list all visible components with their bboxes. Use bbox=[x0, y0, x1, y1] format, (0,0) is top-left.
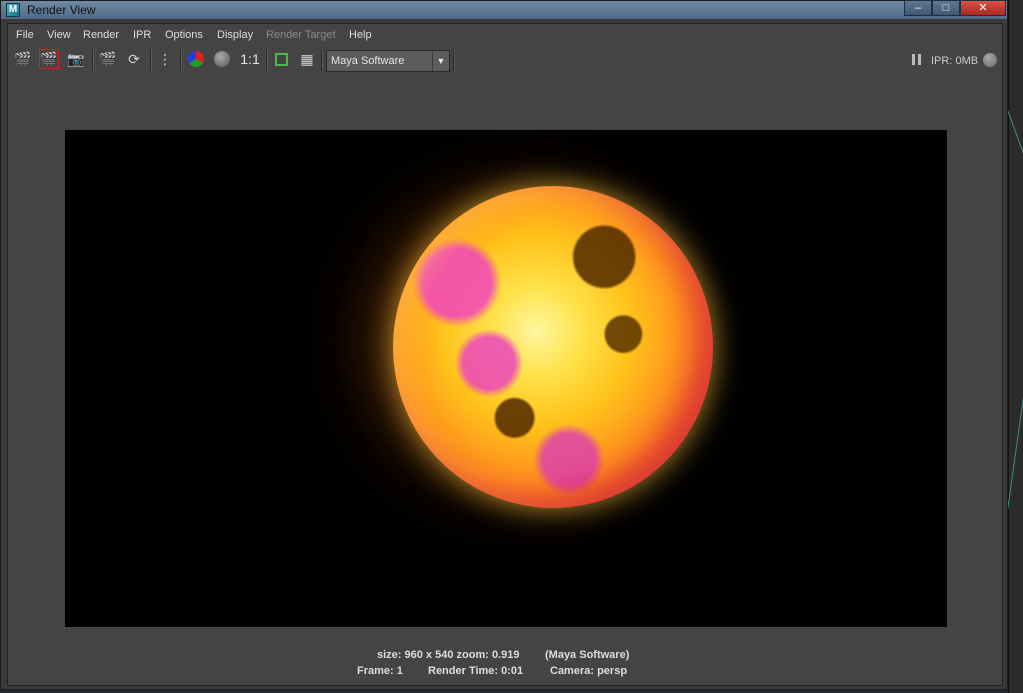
image-size-info: size: 960 x 540 zoom: 0.919 bbox=[377, 649, 520, 661]
chevron-down-icon: ▼ bbox=[432, 51, 449, 71]
menu-help[interactable]: Help bbox=[349, 29, 372, 41]
pause-icon[interactable] bbox=[912, 54, 922, 65]
ipr-memory-label: IPR: 0MB bbox=[931, 55, 979, 67]
keep-image-icon[interactable] bbox=[271, 49, 291, 69]
remove-image-icon[interactable]: ▦ bbox=[297, 49, 317, 69]
toolbar-separator bbox=[266, 49, 268, 71]
close-button[interactable]: ✕ bbox=[960, 0, 1006, 16]
render-view-window: M Render View – □ ✕ File View Render IPR… bbox=[0, 0, 1008, 690]
minimize-button[interactable]: – bbox=[904, 0, 932, 16]
frame-info: Frame: 1 bbox=[357, 665, 403, 677]
toolbar-separator bbox=[150, 49, 152, 71]
menu-view[interactable]: View bbox=[47, 29, 71, 41]
menu-render[interactable]: Render bbox=[83, 29, 119, 41]
menu-render-target[interactable]: Render Target bbox=[266, 29, 336, 41]
refresh-icon[interactable]: ⟳ bbox=[124, 49, 144, 69]
render-viewport[interactable] bbox=[8, 74, 1002, 644]
render-sequence-icon[interactable]: ⋮ bbox=[155, 49, 175, 69]
menu-display[interactable]: Display bbox=[217, 29, 253, 41]
sphere-shading bbox=[393, 186, 713, 508]
real-size-button[interactable]: 1:1 bbox=[238, 49, 262, 69]
render-time-info: Render Time: 0:01 bbox=[428, 665, 524, 677]
toolbar-separator bbox=[180, 49, 182, 71]
toolbar: 🎬 🎬 📷 🎬 ⟳ ⋮ 1:1 ▦ Maya Software ▼ IPR: 0… bbox=[8, 46, 1002, 74]
renderer-select-value: Maya Software bbox=[331, 55, 405, 67]
host-app-background bbox=[982, 0, 1023, 693]
title-bar[interactable]: M Render View – □ ✕ bbox=[1, 0, 1007, 19]
alpha-channel-icon[interactable] bbox=[212, 49, 232, 69]
redo-render-icon[interactable]: 🎬 bbox=[13, 49, 33, 69]
menu-options[interactable]: Options bbox=[165, 29, 203, 41]
window-title: Render View bbox=[27, 3, 96, 17]
rgb-channels-icon[interactable] bbox=[186, 49, 206, 69]
menu-file[interactable]: File bbox=[16, 29, 34, 41]
maya-app-icon: M bbox=[6, 3, 20, 17]
menu-bar: File View Render IPR Options Display Ren… bbox=[8, 26, 998, 46]
toolbar-separator bbox=[92, 49, 94, 71]
ipr-render-icon[interactable]: 🎬 bbox=[98, 49, 118, 69]
camera-info: Camera: persp bbox=[550, 665, 628, 677]
render-region-icon[interactable]: 🎬 bbox=[39, 49, 59, 69]
menu-ipr[interactable]: IPR bbox=[133, 29, 151, 41]
toolbar-separator bbox=[453, 49, 455, 71]
rendered-image bbox=[65, 130, 947, 627]
renderer-select[interactable]: Maya Software ▼ bbox=[326, 50, 450, 72]
maximize-button[interactable]: □ bbox=[932, 0, 960, 16]
render-view-panel: File View Render IPR Options Display Ren… bbox=[7, 23, 1003, 686]
renderer-info: (Maya Software) bbox=[545, 649, 630, 661]
toolbar-separator bbox=[321, 49, 323, 71]
ipr-status-icon bbox=[983, 53, 997, 67]
render-info: size: 960 x 540 zoom: 0.919 (Maya Softwa… bbox=[8, 645, 1002, 685]
snapshot-icon[interactable]: 📷 bbox=[66, 49, 86, 69]
